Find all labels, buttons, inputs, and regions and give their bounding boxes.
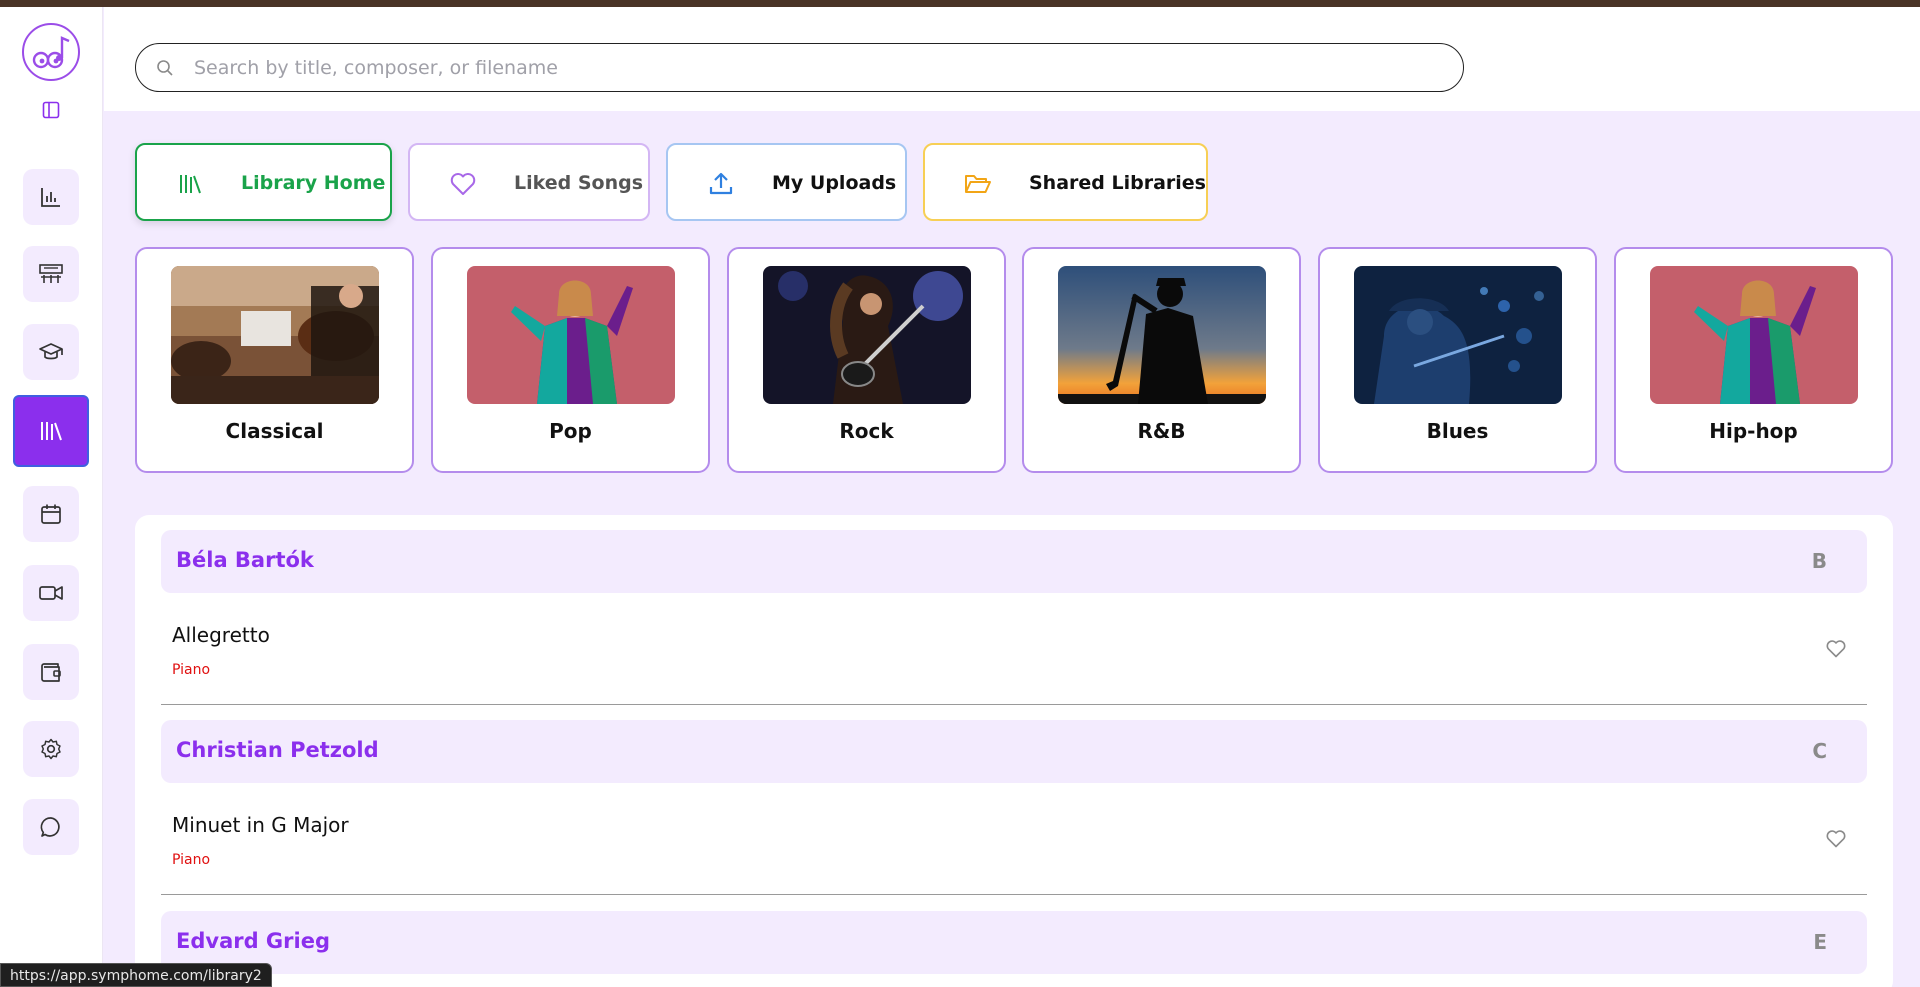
tab-library-home[interactable]: Library Home (135, 143, 392, 221)
status-bar-url: https://app.symphome.com/library2 (0, 963, 272, 987)
sidebar-toggle-icon[interactable] (41, 100, 61, 120)
genre-card-rnb[interactable]: R&B (1022, 247, 1301, 473)
composer-group-header: Edvard Grieg E (161, 911, 1867, 974)
nav-piano[interactable] (23, 246, 79, 302)
search-input[interactable] (194, 56, 1394, 79)
search-icon (156, 58, 176, 78)
genre-name: Hip-hop (1709, 419, 1798, 443)
nav-settings[interactable] (23, 721, 79, 777)
chat-bubble-icon (40, 817, 60, 837)
nav-calendar[interactable] (23, 486, 79, 542)
wallet-icon (41, 663, 61, 682)
genre-card-hip-hop[interactable]: Hip-hop (1614, 247, 1893, 473)
tab-liked-songs[interactable]: Liked Songs (408, 143, 650, 221)
like-heart-icon[interactable] (1825, 828, 1847, 850)
composer-name[interactable]: Edvard Grieg (176, 929, 330, 953)
folder-open-icon (963, 169, 993, 199)
song-title[interactable]: Minuet in G Major (172, 813, 349, 837)
heart-icon (448, 169, 478, 199)
genre-name: Rock (839, 419, 894, 443)
genre-image-pop (467, 266, 675, 404)
song-title[interactable]: Allegretto (172, 623, 270, 647)
settings-gear-icon (41, 738, 61, 760)
composer-group-header: Christian Petzold C (161, 720, 1867, 783)
genre-name: Classical (225, 419, 324, 443)
genre-image-rnb (1058, 266, 1266, 404)
library-icon (41, 422, 62, 441)
group-letter: B (1811, 549, 1827, 573)
nav-library[interactable] (13, 395, 89, 467)
group-letter: C (1812, 739, 1827, 763)
song-instrument: Piano (172, 662, 211, 678)
upload-icon (706, 169, 736, 199)
nav-learn[interactable] (23, 324, 79, 380)
tab-label: My Uploads (772, 172, 897, 194)
sidebar (0, 7, 103, 987)
genre-image-classical (171, 266, 379, 404)
genre-card-classical[interactable]: Classical (135, 247, 414, 473)
composer-name[interactable]: Christian Petzold (176, 738, 379, 762)
nav-dashboard[interactable] (23, 169, 79, 225)
nav-video[interactable] (23, 565, 79, 621)
logo-icon (32, 36, 70, 69)
like-heart-icon[interactable] (1825, 638, 1847, 660)
composer-name[interactable]: Béla Bartók (176, 548, 314, 572)
nav-wallet[interactable] (23, 644, 79, 700)
piano-keys-icon (39, 264, 63, 283)
song-instrument: Piano (172, 852, 211, 868)
video-camera-icon (39, 586, 63, 600)
window-top-bar (0, 0, 1920, 7)
group-letter: E (1813, 930, 1827, 954)
search-bar[interactable] (135, 43, 1464, 92)
list-item[interactable]: Minuet in G Major Piano (161, 785, 1867, 895)
graduation-cap-icon (39, 343, 63, 360)
tab-label: Library Home (241, 172, 386, 194)
library-icon (175, 169, 205, 199)
tab-shared-libraries[interactable]: Shared Libraries (923, 143, 1208, 221)
tab-label: Liked Songs (514, 172, 644, 194)
genre-card-rock[interactable]: Rock (727, 247, 1006, 473)
genre-card-pop[interactable]: Pop (431, 247, 710, 473)
genre-image-blues (1354, 266, 1562, 404)
dashboard-chart-icon (41, 188, 60, 207)
app-logo[interactable] (22, 23, 80, 81)
list-item[interactable]: Allegretto Piano (161, 595, 1867, 705)
tab-label: Shared Libraries (1029, 172, 1206, 194)
genre-card-blues[interactable]: Blues (1318, 247, 1597, 473)
tab-my-uploads[interactable]: My Uploads (666, 143, 907, 221)
genre-image-hip-hop (1650, 266, 1858, 404)
genre-name: Blues (1426, 419, 1489, 443)
composer-group-header: Béla Bartók B (161, 530, 1867, 593)
genre-name: Pop (549, 419, 592, 443)
calendar-icon (41, 504, 61, 524)
genre-image-rock (763, 266, 971, 404)
nav-chat[interactable] (23, 799, 79, 855)
genre-name: R&B (1137, 419, 1186, 443)
library-list: Béla Bartók B Allegretto Piano Christian… (135, 515, 1893, 987)
